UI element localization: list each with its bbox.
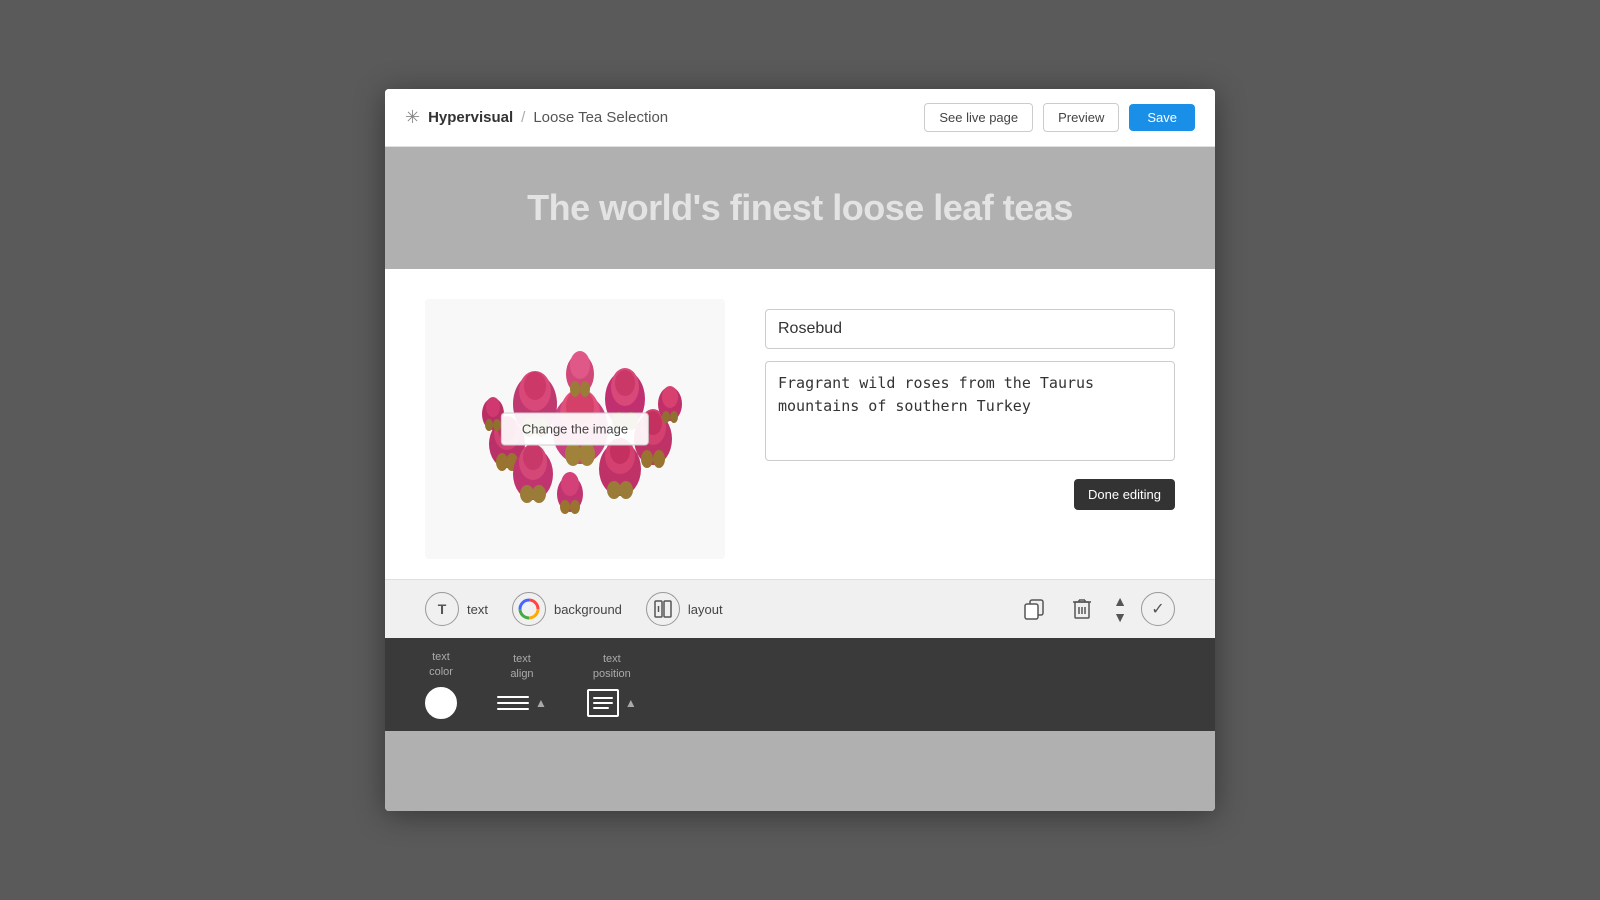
text-position-label: text position — [593, 652, 631, 681]
text-position-arrow[interactable]: ▲ — [625, 696, 637, 710]
text-align-arrow[interactable]: ▲ — [535, 696, 547, 710]
layout-tool-label: layout — [688, 602, 723, 617]
image-area: Change the image — [425, 299, 725, 559]
header-left: ✳ Hypervisual / Loose Tea Selection — [405, 107, 668, 128]
arrow-group: ▲ ▼ — [1113, 594, 1127, 624]
text-position-icon[interactable] — [587, 689, 619, 717]
save-button[interactable]: Save — [1129, 104, 1195, 131]
toolbar-item-background[interactable]: background — [512, 592, 622, 626]
content-section: Change the image Fragrant wild roses fro… — [385, 269, 1215, 579]
toolbar-left: T text — [425, 592, 723, 626]
sub-toolbar: text color text align ▲ text position — [385, 638, 1215, 731]
copy-icon — [1023, 598, 1045, 620]
text-position-control: ▲ — [587, 689, 637, 717]
text-align-label: text align — [510, 652, 533, 681]
confirm-button[interactable]: ✓ — [1141, 592, 1175, 626]
form-fields: Fragrant wild roses from the Taurus moun… — [765, 299, 1175, 520]
text-color-picker[interactable] — [425, 687, 457, 719]
sub-tool-text-align: text align ▲ — [497, 652, 547, 717]
hero-title: The world's finest loose leaf teas — [405, 187, 1195, 229]
product-description-input[interactable]: Fragrant wild roses from the Taurus moun… — [765, 361, 1175, 461]
header-separator: / — [521, 109, 525, 126]
background-tool-icon — [512, 592, 546, 626]
puzzle-icon: ✳ — [405, 107, 420, 128]
header-actions: See live page Preview Save — [924, 103, 1195, 132]
text-color-control — [425, 687, 457, 719]
hero-section: The world's finest loose leaf teas — [385, 147, 1215, 269]
see-live-page-button[interactable]: See live page — [924, 103, 1033, 132]
sub-tool-text-color: text color — [425, 650, 457, 719]
arrow-down-button[interactable]: ▼ — [1113, 610, 1127, 624]
toolbar-item-layout[interactable]: layout — [646, 592, 723, 626]
copy-button[interactable] — [1017, 592, 1051, 626]
project-name: Loose Tea Selection — [533, 109, 668, 126]
app-window: ✳ Hypervisual / Loose Tea Selection See … — [385, 89, 1215, 811]
header: ✳ Hypervisual / Loose Tea Selection See … — [385, 89, 1215, 147]
preview-button[interactable]: Preview — [1043, 103, 1119, 132]
background-tool-label: background — [554, 602, 622, 617]
sub-tool-text-position: text position ▲ — [587, 652, 637, 717]
change-image-button[interactable]: Change the image — [501, 413, 649, 446]
layout-icon-svg — [653, 599, 673, 619]
text-tool-icon: T — [425, 592, 459, 626]
text-tool-label: text — [467, 602, 488, 617]
product-name-input[interactable] — [765, 309, 1175, 349]
toolbar-item-text[interactable]: T text — [425, 592, 488, 626]
done-editing-button[interactable]: Done editing — [1074, 479, 1175, 510]
trash-icon — [1071, 597, 1093, 621]
toolbar-right: ▲ ▼ ✓ — [1017, 592, 1175, 626]
layout-tool-icon — [646, 592, 680, 626]
color-wheel-icon — [518, 598, 540, 620]
footer-gray — [385, 731, 1215, 811]
brand-name: Hypervisual — [428, 109, 513, 126]
text-align-icon[interactable] — [497, 689, 529, 717]
delete-button[interactable] — [1065, 592, 1099, 626]
done-editing-area: Done editing — [765, 473, 1175, 520]
arrow-up-button[interactable]: ▲ — [1113, 594, 1127, 608]
toolbar: T text — [385, 579, 1215, 638]
text-color-label: text color — [429, 650, 453, 679]
text-align-control: ▲ — [497, 689, 547, 717]
